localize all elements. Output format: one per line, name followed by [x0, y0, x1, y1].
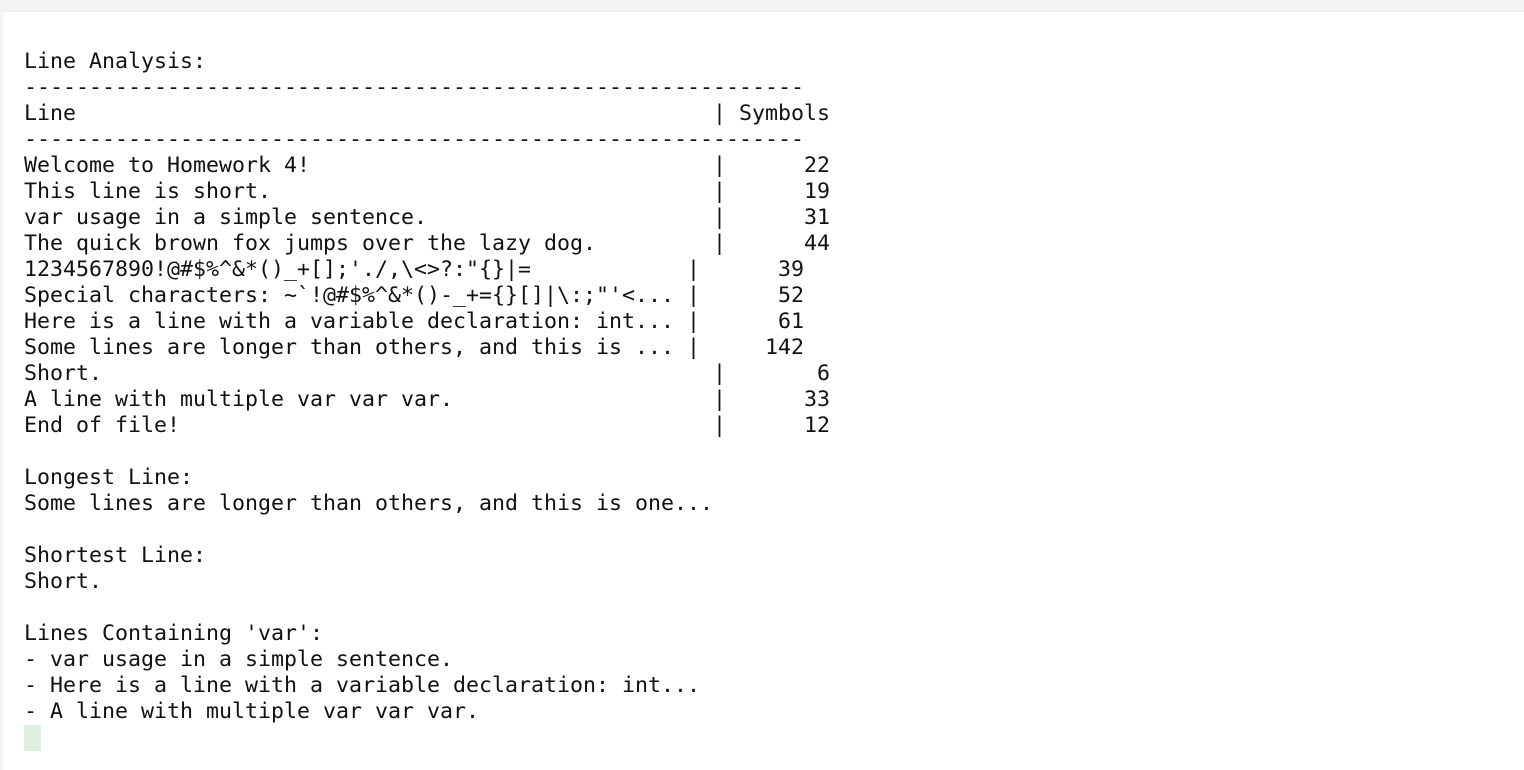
- var-line-item: - var usage in a simple sentence.: [24, 647, 454, 672]
- table-row: Here is a line with a variable declarati…: [24, 309, 805, 334]
- window-left-edge: [0, 0, 3, 770]
- longest-line-label: Longest Line:: [24, 465, 194, 490]
- table-row: var usage in a simple sentence. | 31: [24, 205, 831, 230]
- table-row: Welcome to Homework 4! | 22: [24, 153, 831, 178]
- table-row: This line is short. | 19: [24, 179, 831, 204]
- longest-line-value: Some lines are longer than others, and t…: [24, 491, 714, 516]
- shortest-line-value: Short.: [24, 569, 103, 594]
- table-row: 1234567890!@#$%^&*()_+[];'./,\<>?:"{}|= …: [24, 257, 805, 282]
- shortest-line-label: Shortest Line:: [24, 543, 207, 568]
- var-line-item: - Here is a line with a variable declara…: [24, 673, 701, 698]
- terminal-output: Line Analysis: --------------------------…: [24, 49, 830, 751]
- text-cursor[interactable]: [24, 725, 41, 751]
- prompt-line[interactable]: [24, 725, 830, 751]
- table-row: The quick brown fox jumps over the lazy …: [24, 231, 831, 256]
- table-row: A line with multiple var var var. | 33: [24, 387, 831, 412]
- var-lines-label: Lines Containing 'var':: [24, 621, 324, 646]
- window-top-bar: [0, 0, 1524, 12]
- separator-top: ----------------------------------------…: [24, 75, 805, 100]
- table-row: Short. | 6: [24, 361, 831, 386]
- var-line-item: - A line with multiple var var var.: [24, 699, 480, 724]
- table-row: Special characters: ~`!@#$%^&*()-_+={}[]…: [24, 283, 805, 308]
- analysis-title: Line Analysis:: [24, 49, 207, 74]
- table-row: Some lines are longer than others, and t…: [24, 335, 805, 360]
- separator-header: ----------------------------------------…: [24, 127, 805, 152]
- table-header: Line | Symbols: [24, 101, 831, 126]
- table-row: End of file! | 12: [24, 413, 831, 438]
